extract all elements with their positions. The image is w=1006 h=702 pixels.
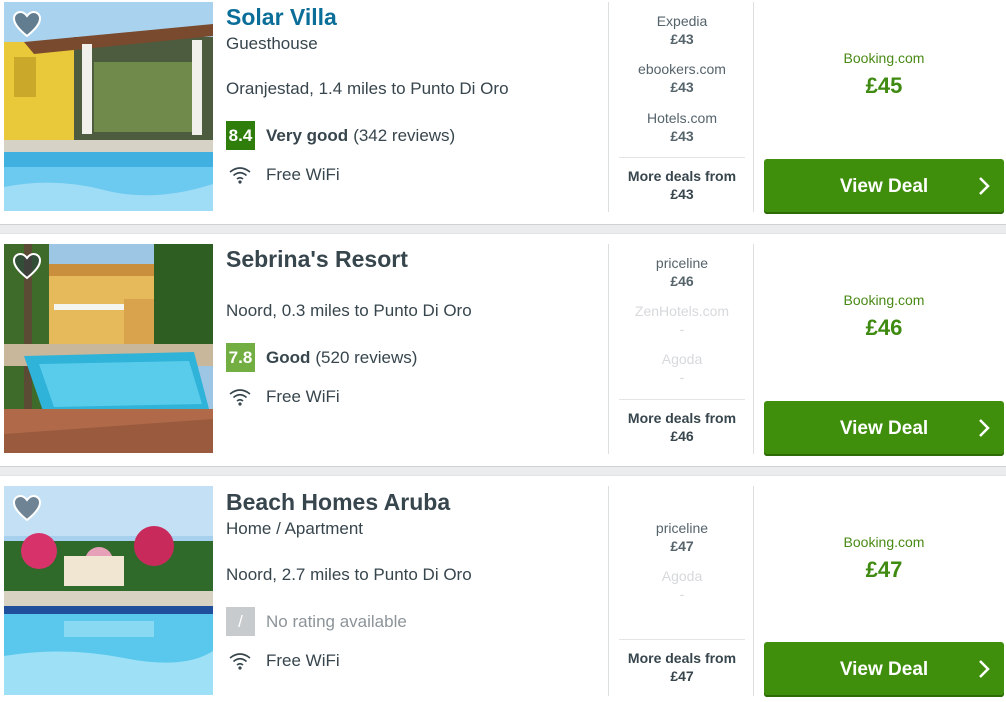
deal-option[interactable]: Hotels.com £43: [609, 109, 755, 145]
favorite-heart-icon[interactable]: [12, 494, 42, 522]
rating-label: Very good: [266, 125, 349, 145]
wifi-icon: [229, 653, 251, 670]
hotel-location: Oranjestad, 1.4 miles to Punto Di Oro: [226, 79, 509, 98]
deal-site: Hotels.com: [646, 110, 718, 126]
deal-site: Agoda: [661, 351, 703, 367]
amenity-label: Free WiFi: [266, 387, 340, 406]
more-deals-label: More deals from: [627, 168, 737, 184]
main-deal-provider[interactable]: Booking.com: [764, 50, 1004, 66]
hotel-card-solar-villa: Solar Villa Guesthouse Oranjestad, 1.4 m…: [0, 0, 1006, 224]
deal-option[interactable]: Expedia £43: [609, 12, 755, 48]
hotel-name[interactable]: Sebrina's Resort: [226, 244, 596, 274]
deal-site: priceline: [655, 520, 709, 536]
deal-price: -: [679, 586, 685, 602]
favorite-heart-icon[interactable]: [12, 252, 42, 280]
deal-option[interactable]: ebookers.com £43: [609, 60, 755, 96]
main-deal-price[interactable]: £45: [764, 73, 1004, 99]
hotel-type: Home / Apartment: [226, 519, 364, 538]
card-divider: [0, 224, 1006, 234]
hotel-location: Noord, 2.7 miles to Punto Di Oro: [226, 565, 472, 584]
deal-site: Agoda: [661, 568, 703, 584]
hotel-card-beach-homes-aruba: Beach Homes Aruba Home / Apartment Noord…: [0, 476, 1006, 702]
deal-price: -: [679, 369, 685, 385]
rating-score-badge: 7.8: [226, 343, 255, 372]
more-deals-label: More deals from: [627, 650, 737, 666]
hotel-name[interactable]: Solar Villa: [226, 2, 596, 32]
amenity-label: Free WiFi: [266, 651, 340, 670]
more-deals-price: £46: [670, 428, 694, 444]
deal-price: -: [679, 321, 685, 337]
main-deal: Booking.com £47 View Deal: [764, 484, 1004, 697]
deal-price: £43: [670, 79, 694, 95]
deal-price: £43: [670, 128, 694, 144]
more-deals-link[interactable]: More deals from £47: [619, 639, 745, 685]
rating-reviews: No rating available: [266, 611, 407, 631]
hotel-rating: / No rating available: [226, 607, 407, 636]
main-deal-price[interactable]: £46: [764, 315, 1004, 341]
view-deal-label: View Deal: [839, 417, 929, 439]
hotel-type: Guesthouse: [226, 34, 318, 53]
deal-option[interactable]: priceline £46: [609, 254, 755, 290]
other-deals: priceline £47 Agoda - More deals from £4…: [608, 486, 754, 696]
rating-reviews: (520 reviews): [315, 347, 418, 367]
deal-price: £46: [670, 273, 694, 289]
main-deal: Booking.com £45 View Deal: [764, 2, 1004, 214]
deal-option[interactable]: priceline £47: [609, 519, 755, 555]
deal-price: £43: [670, 31, 694, 47]
more-deals-link[interactable]: More deals from £43: [619, 157, 745, 203]
view-deal-button[interactable]: View Deal: [764, 401, 1004, 456]
view-deal-label: View Deal: [839, 658, 929, 680]
hotel-rating[interactable]: 7.8 Good (520 reviews): [226, 343, 417, 372]
deal-option[interactable]: Agoda -: [609, 567, 755, 603]
main-deal-price[interactable]: £47: [764, 557, 1004, 583]
chevron-right-icon: [979, 660, 990, 678]
deal-site: Expedia: [656, 13, 708, 29]
hotel-info: Beach Homes Aruba Home / Apartment Noord…: [226, 487, 596, 670]
amenity-label: Free WiFi: [266, 165, 340, 184]
hotel-results-list: Solar Villa Guesthouse Oranjestad, 1.4 m…: [0, 0, 1006, 702]
main-deal-provider[interactable]: Booking.com: [764, 534, 1004, 550]
hotel-name[interactable]: Beach Homes Aruba: [226, 487, 596, 517]
wifi-icon: [229, 167, 251, 184]
rating-score-badge: 8.4: [226, 121, 255, 150]
hotel-card-sebrinas-resort: Sebrina's Resort Noord, 0.3 miles to Pun…: [0, 234, 1006, 466]
wifi-icon: [229, 389, 251, 406]
hotel-photo[interactable]: [4, 486, 213, 695]
chevron-right-icon: [979, 419, 990, 437]
more-deals-price: £47: [670, 668, 694, 684]
amenity-wifi: Free WiFi: [228, 387, 340, 407]
amenity-wifi: Free WiFi: [228, 165, 340, 185]
rating-label: Good: [266, 347, 311, 367]
hotel-rating[interactable]: 8.4 Very good (342 reviews): [226, 121, 455, 150]
deal-option[interactable]: Agoda -: [609, 350, 755, 386]
more-deals-link[interactable]: More deals from £46: [619, 399, 745, 445]
deal-price: £47: [670, 538, 694, 554]
deal-option[interactable]: ZenHotels.com -: [609, 302, 755, 338]
other-deals: Expedia £43 ebookers.com £43 Hotels.com …: [608, 2, 754, 212]
hotel-info: Sebrina's Resort Noord, 0.3 miles to Pun…: [226, 244, 596, 406]
favorite-heart-icon[interactable]: [12, 10, 42, 38]
hotel-location: Noord, 0.3 miles to Punto Di Oro: [226, 301, 472, 320]
view-deal-button[interactable]: View Deal: [764, 159, 1004, 214]
rating-score-badge: /: [226, 607, 255, 636]
amenity-wifi: Free WiFi: [228, 651, 340, 671]
hotel-photo[interactable]: [4, 244, 213, 453]
chevron-right-icon: [979, 177, 990, 195]
hotel-photo[interactable]: [4, 2, 213, 211]
view-deal-button[interactable]: View Deal: [764, 642, 1004, 697]
main-deal-provider[interactable]: Booking.com: [764, 292, 1004, 308]
main-deal: Booking.com £46 View Deal: [764, 244, 1004, 456]
deal-site: ZenHotels.com: [634, 303, 730, 319]
deal-site: ebookers.com: [638, 61, 726, 77]
card-divider: [0, 466, 1006, 476]
hotel-info: Solar Villa Guesthouse Oranjestad, 1.4 m…: [226, 2, 596, 184]
more-deals-label: More deals from: [627, 410, 737, 426]
rating-reviews: (342 reviews): [353, 125, 456, 145]
view-deal-label: View Deal: [839, 175, 929, 197]
more-deals-price: £43: [670, 186, 694, 202]
other-deals: priceline £46 ZenHotels.com - Agoda - Mo…: [608, 244, 754, 454]
deal-site: priceline: [655, 255, 709, 271]
